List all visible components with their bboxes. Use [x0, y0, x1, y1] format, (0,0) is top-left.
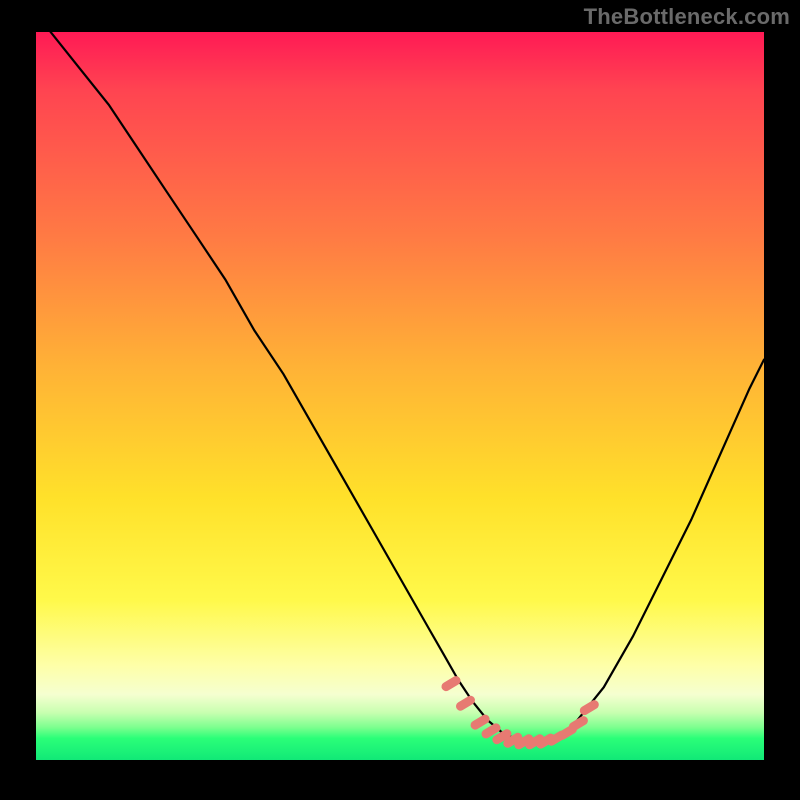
valley-marker: [573, 721, 583, 727]
watermark-text: TheBottleneck.com: [584, 4, 790, 30]
valley-marker: [461, 700, 471, 706]
valley-marker: [486, 728, 496, 734]
valley-markers: [446, 681, 594, 745]
plot-frame: [36, 32, 764, 760]
chart-svg: [36, 32, 764, 760]
valley-marker: [446, 681, 456, 687]
bottleneck-curve: [51, 32, 764, 742]
valley-marker: [475, 719, 485, 725]
valley-marker: [497, 734, 507, 740]
valley-marker: [584, 705, 594, 711]
